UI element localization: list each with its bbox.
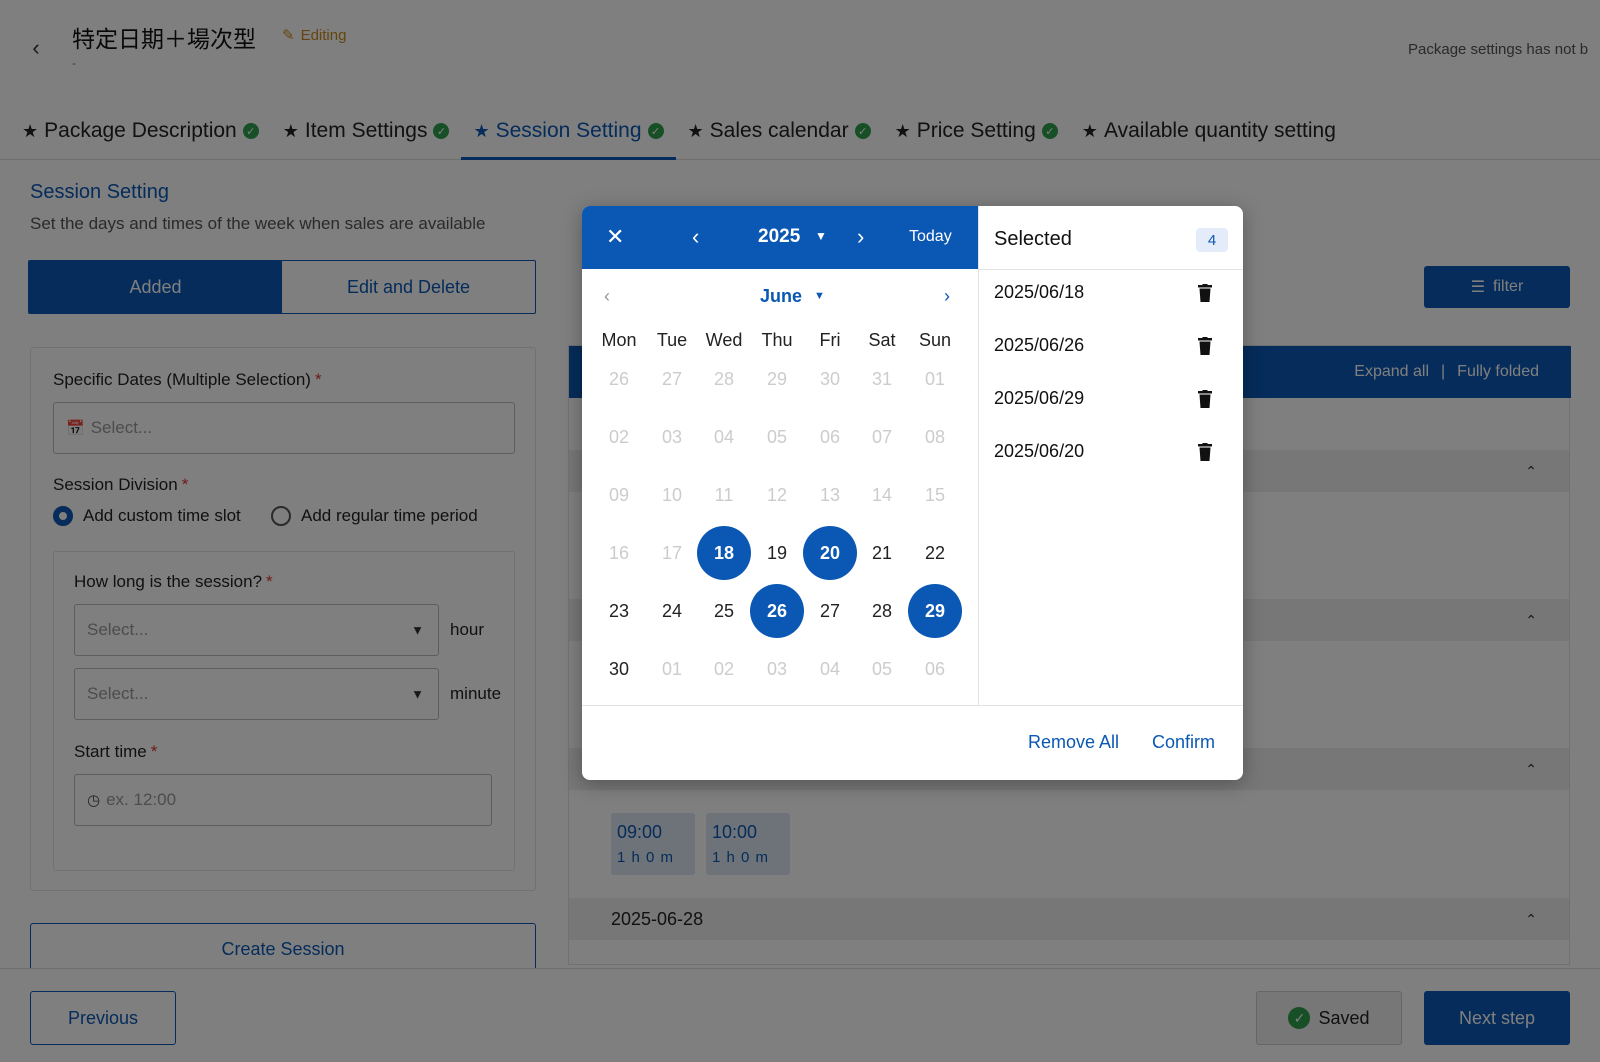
day-cell[interactable]: 22: [908, 526, 962, 580]
day-cell[interactable]: 30: [592, 642, 646, 696]
trash-icon[interactable]: [1198, 284, 1212, 302]
day-cell-selected[interactable]: 29: [908, 584, 962, 638]
day-cell[interactable]: 28: [855, 584, 909, 638]
day-cell: 03: [661, 426, 683, 447]
day-cell: 31: [871, 368, 893, 389]
calendar-header: ✕ ‹ 2025 ▼ › Today: [582, 206, 978, 269]
day-cell: 15: [924, 484, 946, 505]
day-cell-selected[interactable]: 26: [750, 584, 804, 638]
day-cell: 16: [608, 542, 630, 563]
day-cell: 30: [819, 368, 841, 389]
day-cell: 13: [819, 484, 841, 505]
weekday-label: Sat: [868, 330, 896, 350]
day-cell: 29: [766, 368, 788, 389]
weekday-label: Fri: [819, 330, 841, 350]
divider: [978, 206, 979, 706]
day-cell[interactable]: 21: [855, 526, 909, 580]
day-cell-selected[interactable]: 18: [697, 526, 751, 580]
day-cell: 02: [608, 426, 630, 447]
today-button[interactable]: Today: [909, 228, 952, 246]
weekday-label: Tue: [656, 330, 688, 350]
confirm-button[interactable]: Confirm: [1152, 732, 1215, 753]
day-cell-selected[interactable]: 20: [803, 526, 857, 580]
day-cell: 11: [714, 484, 734, 505]
day-cell: 03: [766, 658, 788, 679]
day-cell: 14: [871, 484, 893, 505]
day-cell[interactable]: 27: [803, 584, 857, 638]
day-cell: 07: [871, 426, 893, 447]
day-cell: 08: [924, 426, 946, 447]
caret-down-icon[interactable]: ▼: [814, 290, 825, 302]
trash-icon[interactable]: [1198, 443, 1212, 461]
day-cell: 01: [924, 368, 946, 389]
day-cell[interactable]: 19: [750, 526, 804, 580]
previous-year-icon[interactable]: ‹: [692, 224, 699, 250]
day-cell: 06: [819, 426, 841, 447]
day-cell: 01: [661, 658, 683, 679]
caret-down-icon[interactable]: ▼: [815, 229, 827, 243]
month-select[interactable]: June: [760, 286, 802, 307]
date-picker-modal: ✕ ‹ 2025 ▼ › Today ‹ June ▼ › Mon Tue Wed T…: [582, 206, 1243, 780]
selected-date: 2025/06/29: [994, 388, 1085, 408]
day-cell: 27: [661, 368, 683, 389]
weekday-label: Sun: [918, 330, 952, 350]
day-cell: 04: [713, 426, 735, 447]
day-cell[interactable]: 25: [697, 584, 751, 638]
day-cell: 28: [713, 368, 735, 389]
day-cell: 06: [924, 658, 946, 679]
day-cell[interactable]: 24: [645, 584, 699, 638]
year-select[interactable]: 2025: [758, 226, 800, 248]
day-cell[interactable]: 23: [592, 584, 646, 638]
selected-title: Selected: [994, 228, 1072, 250]
divider: [582, 705, 1243, 706]
day-cell: 17: [661, 542, 683, 563]
day-cell: 26: [608, 368, 630, 389]
remove-all-button[interactable]: Remove All: [1028, 732, 1119, 753]
trash-icon[interactable]: [1198, 337, 1212, 355]
next-month-icon[interactable]: ›: [944, 286, 950, 307]
divider: [979, 269, 1243, 270]
weekday-label: Wed: [705, 330, 743, 350]
day-cell: 09: [608, 484, 630, 505]
selected-date: 2025/06/26: [994, 335, 1085, 355]
day-cell: 05: [766, 426, 788, 447]
selected-date: 2025/06/18: [994, 282, 1085, 302]
previous-month-icon[interactable]: ‹: [604, 286, 610, 307]
selected-count-badge: 4: [1196, 228, 1228, 252]
trash-icon[interactable]: [1198, 390, 1212, 408]
day-cell: 12: [766, 484, 788, 505]
day-cell: 05: [871, 658, 893, 679]
day-cell: 04: [819, 658, 841, 679]
day-cell: 02: [713, 658, 735, 679]
weekday-label: Mon: [601, 330, 637, 350]
selected-date: 2025/06/20: [994, 441, 1085, 461]
close-icon[interactable]: ✕: [606, 224, 624, 250]
weekday-label: Thu: [761, 330, 793, 350]
day-cell: 10: [661, 484, 683, 505]
next-year-icon[interactable]: ›: [857, 224, 864, 250]
